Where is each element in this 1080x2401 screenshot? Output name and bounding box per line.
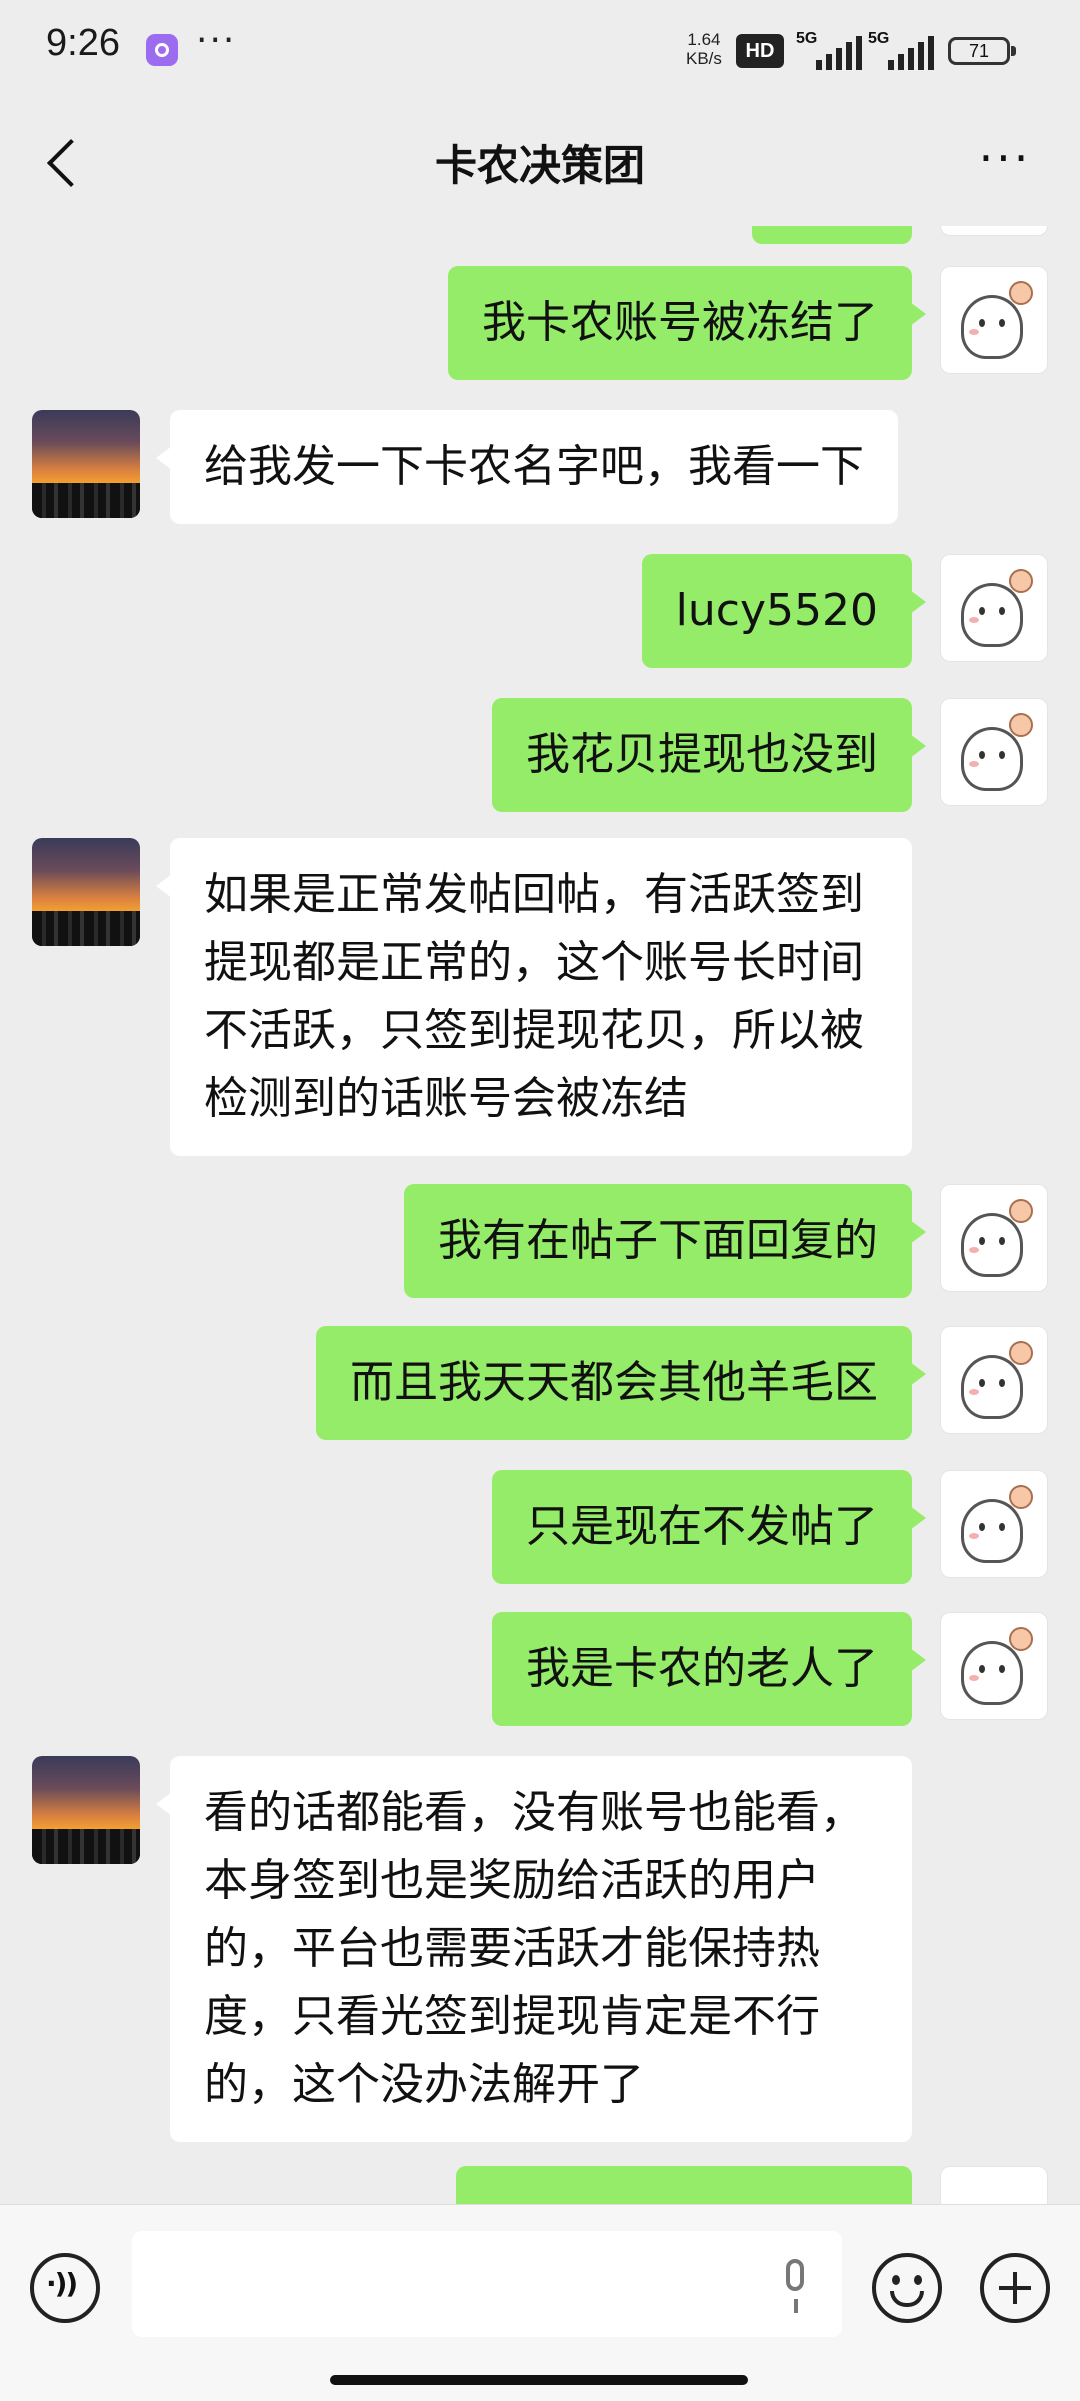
message-bubble-self[interactable]: 我是卡农的老人了 (492, 1612, 926, 1726)
message-bubble-self[interactable]: 我卡农账号被冻结了 (448, 266, 926, 380)
home-indicator[interactable] (330, 2375, 748, 2385)
microphone-icon[interactable] (778, 2259, 814, 2315)
signal-icon-sim1: 5G (796, 30, 866, 70)
self-avatar[interactable] (940, 1326, 1048, 1434)
network-speed-unit: KB/s (686, 49, 722, 68)
message-input-bar (0, 2204, 1080, 2401)
self-avatar[interactable] (940, 698, 1048, 806)
battery-icon: 71 (948, 37, 1016, 65)
sim1-network-label: 5G (796, 30, 818, 47)
chat-header: 卡农决策团 ··· (0, 100, 1080, 226)
contact-avatar[interactable] (32, 1756, 140, 1864)
status-bar: 9:26 ··· 1.64 KB/s HD 5G 5G 71 (0, 0, 1080, 100)
contact-avatar[interactable] (32, 838, 140, 946)
network-speed-value: 1.64 (687, 30, 721, 49)
message-bubble-partial (752, 226, 912, 244)
message-bubble-partial (456, 2166, 912, 2204)
hd-voice-icon: HD (736, 34, 784, 68)
message-bubble-self[interactable]: 我花贝提现也没到 (492, 698, 926, 812)
message-bubble-self[interactable]: 我有在帖子下面回复的 (404, 1184, 926, 1298)
message-bubble-self[interactable]: lucy5520 (641, 554, 927, 668)
emoji-icon[interactable] (872, 2253, 942, 2323)
app-notification-icon (146, 34, 178, 66)
self-avatar[interactable] (940, 1612, 1048, 1720)
contact-avatar[interactable] (32, 410, 140, 518)
sim2-network-label: 5G (868, 30, 890, 47)
network-speed: 1.64 KB/s (686, 30, 722, 68)
message-bubble-other[interactable]: 如果是正常发帖回帖，有活跃签到提现都是正常的，这个账号长时间不活跃，只签到提现花… (156, 838, 912, 1156)
message-bubble-self[interactable]: 只是现在不发帖了 (492, 1470, 926, 1584)
chat-message-list[interactable]: 我卡农账号被冻结了 给我发一下卡农名字吧，我看一下 lucy5520 我花贝提现… (0, 226, 1080, 2204)
self-avatar[interactable] (940, 1470, 1048, 1578)
signal-icon-sim2: 5G (868, 30, 938, 70)
self-avatar[interactable] (940, 554, 1048, 662)
chat-title: 卡农决策团 (434, 141, 645, 190)
self-avatar[interactable] (940, 2166, 1048, 2204)
plus-icon[interactable] (980, 2253, 1050, 2323)
message-bubble-other[interactable]: 看的话都能看，没有账号也能看，本身签到也是奖励给活跃的用户的，平台也需要活跃才能… (156, 1756, 912, 2142)
message-bubble-other[interactable]: 给我发一下卡农名字吧，我看一下 (156, 410, 898, 524)
message-bubble-self[interactable]: 而且我天天都会其他羊毛区 (316, 1326, 926, 1440)
message-input[interactable] (132, 2231, 842, 2337)
self-avatar[interactable] (940, 226, 1048, 236)
more-options-icon[interactable]: ··· (970, 135, 1040, 188)
status-time: 9:26 (46, 22, 120, 64)
voice-mode-icon[interactable] (30, 2253, 100, 2323)
self-avatar[interactable] (940, 1184, 1048, 1292)
self-avatar[interactable] (940, 266, 1048, 374)
more-notifications-icon: ··· (196, 20, 237, 61)
